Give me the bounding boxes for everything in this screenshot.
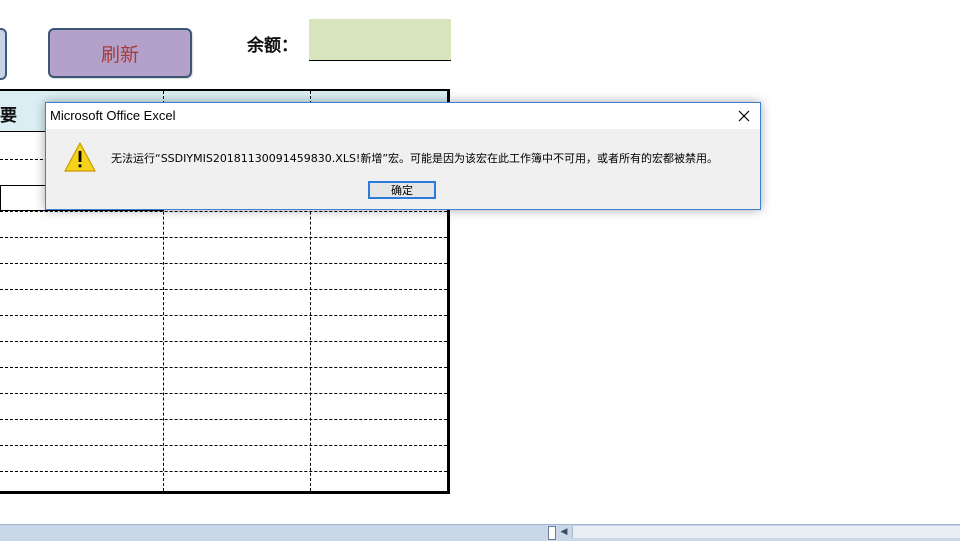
close-button[interactable]: [728, 103, 760, 129]
warning-icon: [64, 142, 96, 172]
row-divider: [0, 211, 447, 212]
dialog-message: 无法运行“SSDIYMIS20181130091459830.XLS!新增”宏。…: [111, 152, 719, 165]
balance-cell[interactable]: [309, 19, 451, 61]
row-divider: [0, 419, 447, 420]
left-button-edge[interactable]: [0, 28, 7, 80]
row-divider: [0, 393, 447, 394]
ok-button[interactable]: 确定: [368, 181, 436, 199]
row-divider: [0, 341, 447, 342]
row-divider: [0, 263, 447, 264]
balance-label: 余额：: [247, 36, 298, 56]
scroll-left-arrow-icon[interactable]: ◀: [558, 526, 570, 538]
close-icon: [738, 110, 750, 122]
table-header-partial: 要: [0, 106, 17, 126]
refresh-button[interactable]: 刷新: [48, 28, 192, 78]
row-divider: [0, 289, 447, 290]
dialog-title: Microsoft Office Excel: [50, 108, 176, 123]
error-dialog: Microsoft Office Excel 无法运行“SSDIYMIS2018…: [45, 102, 761, 210]
row-divider: [0, 315, 447, 316]
dialog-titlebar[interactable]: Microsoft Office Excel: [46, 103, 760, 129]
scroll-split-handle[interactable]: [548, 526, 556, 540]
row-divider: [0, 237, 447, 238]
row-divider: [0, 367, 447, 368]
scroll-track[interactable]: [572, 526, 960, 538]
row-divider: [0, 471, 447, 472]
row-divider: [0, 445, 447, 446]
